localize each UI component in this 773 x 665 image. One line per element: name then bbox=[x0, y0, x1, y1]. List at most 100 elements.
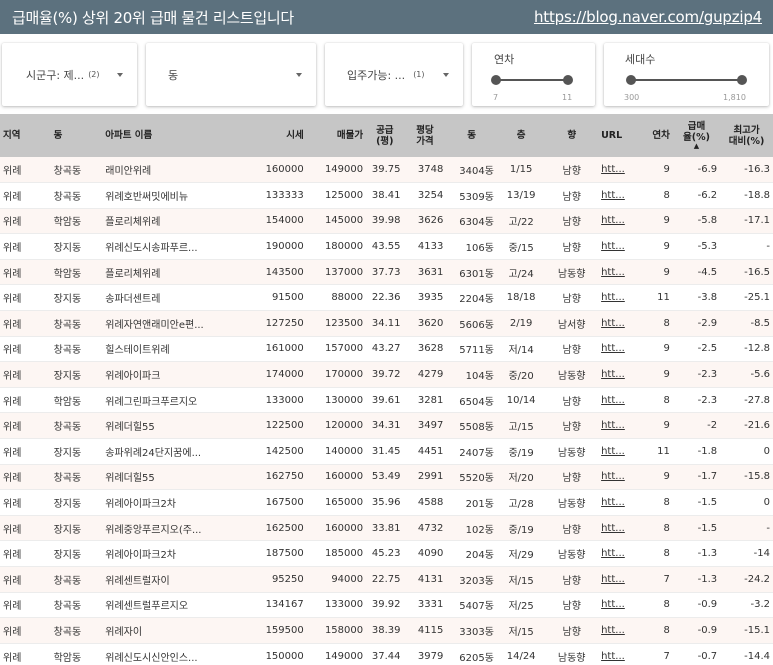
listing-url-link[interactable]: htt... bbox=[598, 157, 638, 184]
dong-filter-dropdown[interactable]: 동 bbox=[146, 43, 316, 106]
table-cell: 남향 bbox=[545, 566, 599, 593]
year-slider-max-value: 11 bbox=[562, 93, 573, 102]
table-cell: 위례 bbox=[0, 310, 51, 337]
listing-url-link[interactable]: htt... bbox=[598, 617, 638, 644]
column-header[interactable]: 연차 bbox=[638, 114, 673, 157]
table-row: 위례 창곡동 위례호반써밋에비뉴 133333 125000 38.41 3254 5309동… bbox=[0, 182, 773, 209]
table-cell: 31.45 bbox=[366, 438, 404, 465]
listing-url-link[interactable]: htt... bbox=[598, 489, 638, 516]
table-cell: 120000 bbox=[306, 412, 367, 440]
column-header[interactable]: 지역 bbox=[0, 114, 51, 157]
year-range-slider[interactable]: 연차 7 11 bbox=[472, 43, 595, 106]
table-cell: 167500 bbox=[253, 489, 307, 516]
table-cell: 38.39 bbox=[366, 617, 404, 644]
listing-url-link[interactable]: htt... bbox=[598, 182, 638, 209]
table-cell: 8 bbox=[637, 182, 673, 209]
table-cell: 위례 bbox=[0, 361, 51, 388]
table-cell: -2 bbox=[672, 412, 721, 440]
table-cell: 저/14 bbox=[496, 336, 546, 363]
listing-url-link[interactable]: htt... bbox=[598, 259, 638, 286]
table-cell: 8 bbox=[637, 489, 673, 516]
move-in-filter-dropdown[interactable]: 입주가능: ... (1) bbox=[325, 43, 463, 106]
table-cell: 6205동 bbox=[446, 643, 497, 665]
table-cell: 187500 bbox=[253, 540, 307, 567]
column-header[interactable]: 평당 가격 bbox=[404, 114, 447, 157]
listing-url-link[interactable]: htt... bbox=[598, 464, 638, 491]
table-cell: 창곡동 bbox=[50, 412, 103, 440]
blog-link[interactable]: https://blog.naver.com/gupzip4 bbox=[534, 8, 762, 26]
table-cell: -3.8 bbox=[672, 284, 721, 312]
dong-filter-label: 동 bbox=[168, 68, 179, 82]
table-cell: 159500 bbox=[253, 617, 307, 644]
year-slider-track[interactable] bbox=[496, 79, 568, 81]
table-cell: 남동향 bbox=[545, 361, 599, 388]
column-header[interactable]: 최고가 대비(%) bbox=[720, 114, 773, 157]
table-cell: 9 bbox=[637, 412, 673, 440]
listing-url-link[interactable]: htt... bbox=[598, 592, 638, 619]
table-cell: 130000 bbox=[306, 387, 367, 414]
column-header[interactable]: URL bbox=[598, 114, 638, 157]
listing-url-link[interactable]: htt... bbox=[598, 336, 638, 363]
listing-url-link[interactable]: htt... bbox=[598, 284, 638, 312]
listing-url-link[interactable]: htt... bbox=[598, 515, 638, 542]
sigungu-filter-dropdown[interactable]: 시군구: 제... (2) bbox=[2, 43, 137, 106]
households-slider-max-handle[interactable] bbox=[737, 75, 747, 85]
table-cell: 0 bbox=[720, 438, 773, 465]
column-header[interactable]: 층 bbox=[497, 114, 545, 157]
table-cell: 102동 bbox=[446, 515, 497, 542]
households-slider-min-handle[interactable] bbox=[626, 75, 636, 85]
year-slider-min-handle[interactable] bbox=[491, 75, 501, 85]
listing-url-link[interactable]: htt... bbox=[598, 412, 638, 440]
table-cell: -1.3 bbox=[672, 566, 721, 593]
table-cell: - bbox=[720, 515, 773, 542]
listing-url-link[interactable]: htt... bbox=[598, 361, 638, 388]
households-slider-track[interactable] bbox=[631, 79, 742, 81]
table-cell: -21.6 bbox=[720, 412, 773, 440]
table-cell: - bbox=[720, 233, 773, 260]
households-range-slider[interactable]: 세대수 300 1,810 bbox=[604, 43, 769, 106]
table-cell: 학암동 bbox=[50, 387, 103, 414]
column-header[interactable]: 동 bbox=[51, 114, 103, 157]
table-cell: 남향 bbox=[545, 157, 599, 184]
table-cell: 37.44 bbox=[366, 643, 404, 665]
table-cell: 중/20 bbox=[496, 361, 546, 388]
table-cell: 9 bbox=[637, 336, 673, 363]
column-header[interactable]: 시세 bbox=[254, 114, 307, 157]
table-cell: 0 bbox=[720, 489, 773, 516]
table-cell: -14.4 bbox=[720, 643, 773, 665]
listing-url-link[interactable]: htt... bbox=[598, 208, 638, 235]
column-header[interactable]: 향 bbox=[545, 114, 598, 157]
table-cell: 150000 bbox=[253, 643, 307, 665]
column-header[interactable]: 매물가 bbox=[307, 114, 366, 157]
listing-url-link[interactable]: htt... bbox=[598, 643, 638, 665]
table-cell: -0.9 bbox=[672, 617, 721, 644]
column-header[interactable]: 아파트 이름 bbox=[102, 114, 254, 157]
table-row: 위례 창곡동 래미안위례 160000 149000 39.75 3748 3404동 1/15… bbox=[0, 157, 773, 184]
table-cell: 158000 bbox=[306, 617, 367, 644]
table-cell: 95250 bbox=[253, 566, 307, 593]
table-cell: 위례 bbox=[0, 643, 51, 665]
table-cell: 162750 bbox=[253, 464, 307, 491]
listing-url-link[interactable]: htt... bbox=[598, 566, 638, 593]
table-cell: 174000 bbox=[253, 361, 307, 388]
table-cell: 123500 bbox=[306, 310, 367, 337]
table-row: 위례 창곡동 위례자연앤래미안e편... 127250 123500 34.11 3620 5… bbox=[0, 310, 773, 337]
year-slider-max-handle[interactable] bbox=[563, 75, 573, 85]
table-cell: 학암동 bbox=[50, 208, 103, 235]
table-cell: 9 bbox=[637, 157, 673, 184]
listing-url-link[interactable]: htt... bbox=[598, 540, 638, 567]
table-cell: 학암동 bbox=[50, 259, 103, 286]
table-cell: 위례신도시송파푸르... bbox=[102, 233, 254, 260]
table-cell: -0.9 bbox=[672, 592, 721, 619]
column-header[interactable]: 동 bbox=[446, 114, 497, 157]
listing-url-link[interactable]: htt... bbox=[598, 438, 638, 465]
table-cell: 위례자연앤래미안e편... bbox=[102, 310, 254, 337]
table-row: 위례 장지동 송파위례24단지꿈에... 142500 140000 31.45 4451 2… bbox=[0, 438, 773, 465]
table-cell: 장지동 bbox=[50, 284, 103, 312]
column-header[interactable]: 공급 (평) bbox=[366, 114, 403, 157]
listing-url-link[interactable]: htt... bbox=[598, 310, 638, 337]
chevron-down-icon bbox=[443, 72, 449, 77]
listing-url-link[interactable]: htt... bbox=[598, 387, 638, 414]
listing-url-link[interactable]: htt... bbox=[598, 233, 638, 260]
column-header[interactable]: 급매 율(%) ▲ bbox=[673, 114, 720, 157]
